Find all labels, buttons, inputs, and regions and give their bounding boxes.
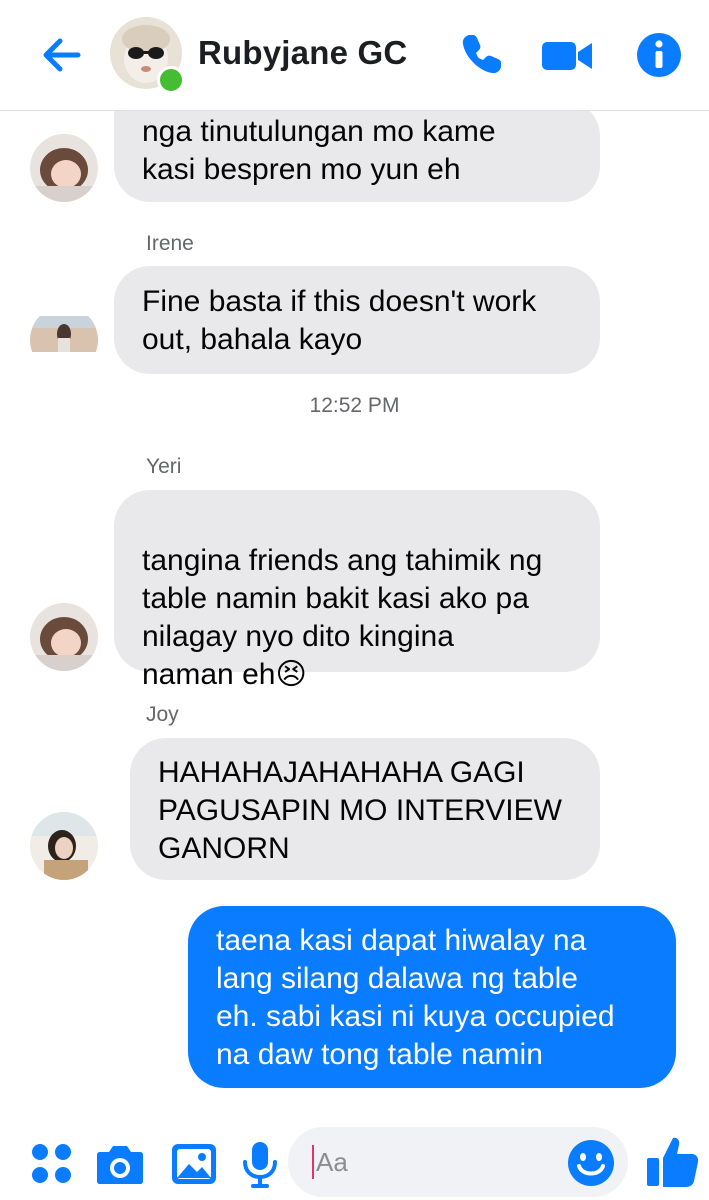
camera-icon[interactable] <box>94 1138 146 1190</box>
sender-avatar[interactable] <box>30 306 98 374</box>
sender-name: Irene <box>146 232 194 255</box>
message-bubble[interactable]: Fine basta if this doesn't work out, bah… <box>114 266 600 374</box>
message-timestamp: 12:52 PM <box>309 394 400 417</box>
phone-icon[interactable] <box>456 30 506 80</box>
sender-name: Joy <box>146 703 179 726</box>
message-input-placeholder: Aa <box>316 1147 348 1177</box>
chat-screen: Rubyjane GC nga tinutulungan mo kame kas… <box>0 0 709 1200</box>
chat-header: Rubyjane GC <box>0 0 709 111</box>
info-icon[interactable] <box>634 30 684 80</box>
back-arrow-icon[interactable] <box>36 30 86 80</box>
sender-avatar[interactable] <box>30 812 98 880</box>
message-bubble[interactable]: HAHAHAJAHAHAHA GAGI PAGUSAPIN MO INTERVI… <box>130 738 600 880</box>
emoji-icon[interactable] <box>567 1139 615 1187</box>
message-bubble[interactable]: tangina friends ang tahimik ng table nam… <box>114 490 600 691</box>
sender-avatar[interactable] <box>30 134 98 202</box>
message-text: tangina friends ang tahimik ng table nam… <box>142 544 543 691</box>
online-status-indicator <box>157 66 185 94</box>
video-camera-icon[interactable] <box>540 30 594 80</box>
chat-title[interactable]: Rubyjane GC <box>198 34 407 72</box>
microphone-icon[interactable] <box>234 1138 286 1190</box>
sender-name: Yeri <box>146 455 182 478</box>
sent-message-bubble[interactable]: taena kasi dapat hiwalay na lang silang … <box>188 906 676 1088</box>
image-icon[interactable] <box>168 1138 220 1190</box>
sender-avatar[interactable] <box>30 603 98 671</box>
menu-dots-icon[interactable] <box>27 1138 79 1190</box>
message-bubble[interactable]: nga tinutulungan mo kame kasi bespren mo… <box>114 100 600 202</box>
persevering-face-emoji: 😣 <box>275 658 307 691</box>
thumbs-up-icon[interactable] <box>644 1132 702 1190</box>
text-cursor <box>312 1145 314 1179</box>
